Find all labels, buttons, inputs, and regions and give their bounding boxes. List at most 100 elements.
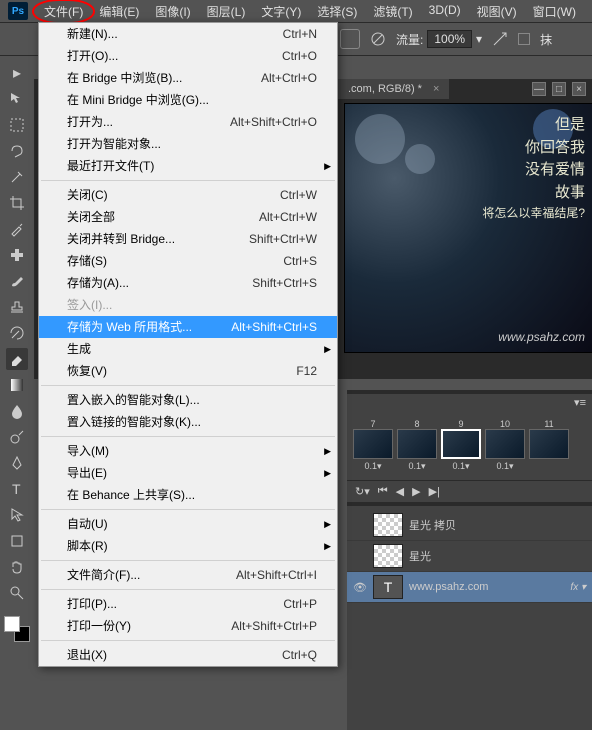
menu-entry[interactable]: 存储为 Web 所用格式...Alt+Shift+Ctrl+S bbox=[39, 316, 337, 338]
play-button[interactable]: ▶ bbox=[412, 485, 420, 498]
menu-entry[interactable]: 关闭并转到 Bridge...Shift+Ctrl+W bbox=[39, 228, 337, 250]
menu-entry[interactable]: 最近打开文件(T) bbox=[39, 155, 337, 177]
eyedropper-tool[interactable] bbox=[6, 218, 28, 240]
foreground-color[interactable] bbox=[4, 616, 20, 632]
menu-entry[interactable]: 恢复(V)F12 bbox=[39, 360, 337, 382]
timeline-frame[interactable]: 90.1▾ bbox=[441, 419, 481, 472]
menu-entry[interactable]: 脚本(R) bbox=[39, 535, 337, 557]
lasso-tool[interactable] bbox=[6, 140, 28, 162]
menu-entry[interactable]: 退出(X)Ctrl+Q bbox=[39, 644, 337, 666]
layer-row[interactable]: 👁Twww.psahz.comfx ▾ bbox=[347, 572, 592, 603]
maximize-button[interactable]: □ bbox=[552, 82, 566, 96]
menu-item[interactable]: 窗口(W) bbox=[525, 1, 584, 22]
close-button[interactable]: × bbox=[572, 82, 586, 96]
menu-entry[interactable]: 生成 bbox=[39, 338, 337, 360]
close-tab-icon[interactable]: × bbox=[433, 83, 439, 95]
dodge-tool[interactable] bbox=[6, 426, 28, 448]
layer-row[interactable]: 星光 bbox=[347, 541, 592, 572]
timeline-frame[interactable]: 80.1▾ bbox=[397, 419, 437, 472]
menu-entry[interactable]: 关闭全部Alt+Ctrl+W bbox=[39, 206, 337, 228]
next-frame-button[interactable]: ▶| bbox=[429, 485, 440, 498]
timeline-controls: ↻▾ ⏮ ◀ ▶ ▶| bbox=[347, 480, 592, 502]
color-swatches[interactable] bbox=[4, 616, 30, 642]
visibility-toggle[interactable]: 👁 bbox=[353, 581, 367, 594]
layer-thumb bbox=[373, 513, 403, 537]
menu-entry[interactable]: 打印(P)...Ctrl+P bbox=[39, 593, 337, 615]
menu-item[interactable]: 选择(S) bbox=[309, 1, 365, 22]
layer-name: www.psahz.com bbox=[409, 581, 488, 593]
brush-preview[interactable] bbox=[340, 29, 360, 49]
canvas-text: 但是 你回答我 没有爱情 故事 将怎么以幸福结尾? bbox=[482, 114, 585, 222]
stamp-tool[interactable] bbox=[6, 296, 28, 318]
minimize-button[interactable]: — bbox=[532, 82, 546, 96]
canvas[interactable]: 但是 你回答我 没有爱情 故事 将怎么以幸福结尾? www.psahz.com bbox=[344, 103, 592, 353]
menu-item[interactable]: 文件(F) bbox=[36, 1, 91, 22]
timeline-frame[interactable]: 11 bbox=[529, 419, 569, 472]
menu-entry[interactable]: 置入嵌入的智能对象(L)... bbox=[39, 389, 337, 411]
airbrush-icon[interactable] bbox=[370, 31, 386, 47]
crop-tool[interactable] bbox=[6, 192, 28, 214]
brush-tool[interactable] bbox=[6, 270, 28, 292]
panel-menu-icon[interactable]: ▾≡ bbox=[574, 397, 586, 409]
layer-row[interactable]: 星光 拷贝 bbox=[347, 510, 592, 541]
menu-item[interactable]: 3D(D) bbox=[421, 1, 469, 22]
menu-item[interactable]: 文字(Y) bbox=[253, 1, 309, 22]
flow-value[interactable]: 100% bbox=[427, 30, 472, 48]
file-menu-dropdown: 新建(N)...Ctrl+N打开(O)...Ctrl+O在 Bridge 中浏览… bbox=[38, 22, 338, 667]
menu-entry[interactable]: 关闭(C)Ctrl+W bbox=[39, 184, 337, 206]
wand-tool[interactable] bbox=[6, 166, 28, 188]
zoom-tool[interactable] bbox=[6, 582, 28, 604]
eraser-tool[interactable] bbox=[6, 348, 28, 370]
menu-item[interactable]: 图层(L) bbox=[199, 1, 254, 22]
blur-tool[interactable] bbox=[6, 400, 28, 422]
heal-tool[interactable] bbox=[6, 244, 28, 266]
menu-entry: 签入(I)... bbox=[39, 294, 337, 316]
type-tool[interactable]: T bbox=[6, 478, 28, 500]
marquee-tool[interactable] bbox=[6, 114, 28, 136]
move-tool[interactable] bbox=[6, 88, 28, 110]
menu-entry[interactable]: 存储(S)Ctrl+S bbox=[39, 250, 337, 272]
menu-item[interactable]: 视图(V) bbox=[469, 1, 525, 22]
menu-entry[interactable]: 在 Bridge 中浏览(B)...Alt+Ctrl+O bbox=[39, 67, 337, 89]
first-frame-button[interactable]: ⏮ bbox=[378, 485, 388, 498]
loop-button[interactable]: ↻▾ bbox=[355, 485, 370, 498]
menu-separator bbox=[41, 180, 335, 181]
panels-right: ▾≡ 70.1▾80.1▾90.1▾100.1▾11 ↻▾ ⏮ ◀ ▶ ▶| 星… bbox=[347, 390, 592, 730]
menu-entry[interactable]: 存储为(A)...Shift+Ctrl+S bbox=[39, 272, 337, 294]
menu-entry[interactable]: 打开(O)...Ctrl+O bbox=[39, 45, 337, 67]
hand-tool[interactable] bbox=[6, 556, 28, 578]
menu-entry[interactable]: 打开为...Alt+Shift+Ctrl+O bbox=[39, 111, 337, 133]
tablet-pressure-icon[interactable] bbox=[492, 31, 508, 47]
pen-tool[interactable] bbox=[6, 452, 28, 474]
menu-item[interactable]: 图像(I) bbox=[147, 1, 198, 22]
menu-entry[interactable]: 自动(U) bbox=[39, 513, 337, 535]
gradient-tool[interactable] bbox=[6, 374, 28, 396]
menu-entry[interactable]: 新建(N)...Ctrl+N bbox=[39, 23, 337, 45]
history-brush-tool[interactable] bbox=[6, 322, 28, 344]
timeline-frame[interactable]: 70.1▾ bbox=[353, 419, 393, 472]
path-select-tool[interactable] bbox=[6, 504, 28, 526]
dropdown-icon[interactable]: ▾ bbox=[476, 32, 482, 46]
document-tab[interactable]: .com, RGB/8) * × bbox=[338, 79, 449, 99]
flow-control[interactable]: 流量: 100% ▾ bbox=[396, 30, 482, 48]
layer-thumb bbox=[373, 544, 403, 568]
menu-separator bbox=[41, 385, 335, 386]
menu-entry[interactable]: 置入链接的智能对象(K)... bbox=[39, 411, 337, 433]
app-logo: Ps bbox=[8, 2, 28, 20]
menu-entry[interactable]: 在 Behance 上共享(S)... bbox=[39, 484, 337, 506]
shape-tool[interactable] bbox=[6, 530, 28, 552]
menu-entry[interactable]: 打印一份(Y)Alt+Shift+Ctrl+P bbox=[39, 615, 337, 637]
menubar: Ps 文件(F)编辑(E)图像(I)图层(L)文字(Y)选择(S)滤镜(T)3D… bbox=[0, 0, 592, 22]
menu-entry[interactable]: 导出(E) bbox=[39, 462, 337, 484]
prev-frame-button[interactable]: ◀ bbox=[396, 485, 404, 498]
menu-entry[interactable]: 文件简介(F)...Alt+Shift+Ctrl+I bbox=[39, 564, 337, 586]
timeline-frame[interactable]: 100.1▾ bbox=[485, 419, 525, 472]
menu-entry[interactable]: 导入(M) bbox=[39, 440, 337, 462]
menu-entry[interactable]: 打开为智能对象... bbox=[39, 133, 337, 155]
history-checkbox[interactable] bbox=[518, 33, 530, 45]
menu-item[interactable]: 编辑(E) bbox=[91, 1, 147, 22]
layer-fx-badge[interactable]: fx ▾ bbox=[570, 582, 586, 593]
collapse-icon[interactable]: ▸ bbox=[6, 62, 28, 84]
menu-item[interactable]: 滤镜(T) bbox=[365, 1, 420, 22]
menu-entry[interactable]: 在 Mini Bridge 中浏览(G)... bbox=[39, 89, 337, 111]
